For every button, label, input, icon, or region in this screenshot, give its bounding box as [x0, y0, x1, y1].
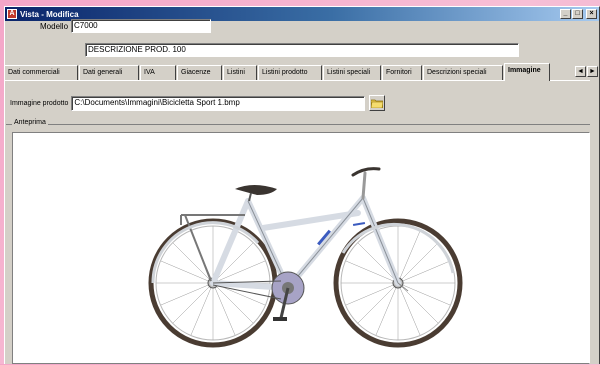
tab-descrizioni-speciali[interactable]: Descrizioni speciali	[423, 65, 503, 80]
saddle	[235, 185, 277, 202]
tab-strip: Dati commerciali Dati generali IVA Giace…	[4, 63, 598, 81]
tab-dati-generali[interactable]: Dati generali	[79, 65, 139, 80]
tab-dati-commerciali[interactable]: Dati commerciali	[4, 65, 78, 80]
maximize-button[interactable]: □	[572, 9, 583, 19]
app-icon: A	[7, 9, 17, 19]
tab-listini-prodotto[interactable]: Listini prodotto	[258, 65, 322, 80]
image-path-field[interactable]: C:\Documents\Immagini\Bicicletta Sport 1…	[71, 95, 366, 111]
code-label: Modello	[40, 21, 69, 31]
code-field[interactable]: C7000	[71, 19, 212, 33]
window-title: Vista - Modifica	[20, 9, 79, 19]
code-row: Modello C7000	[40, 19, 212, 33]
bike-frame	[210, 195, 401, 291]
tab-giacenze[interactable]: Giacenze	[177, 65, 222, 80]
minimize-button[interactable]: _	[560, 9, 571, 19]
preview-group-label: Anteprima	[12, 119, 48, 126]
folder-icon	[371, 99, 384, 108]
tab-immagine[interactable]: Immagine	[504, 63, 550, 81]
bicycle-image	[148, 167, 463, 348]
tab-listini[interactable]: Listini	[223, 65, 257, 80]
close-button[interactable]: ×	[586, 9, 597, 19]
image-file-row: Immagine prodotto C:\Documents\Immagini\…	[10, 95, 386, 111]
tab-scroll-right-button[interactable]: ►	[587, 66, 598, 77]
image-file-label: Immagine prodotto	[10, 99, 69, 107]
handlebar	[351, 167, 381, 200]
browse-folder-button[interactable]	[369, 95, 386, 111]
tab-iva[interactable]: IVA	[140, 65, 176, 80]
description-field[interactable]: DESCRIZIONE PROD. 100	[85, 43, 519, 57]
tab-listini-speciali[interactable]: Listini speciali	[323, 65, 381, 80]
tab-fornitori[interactable]: Fornitori	[382, 65, 422, 80]
tab-scroll-left-button[interactable]: ◄	[575, 66, 586, 77]
image-preview	[12, 132, 590, 364]
